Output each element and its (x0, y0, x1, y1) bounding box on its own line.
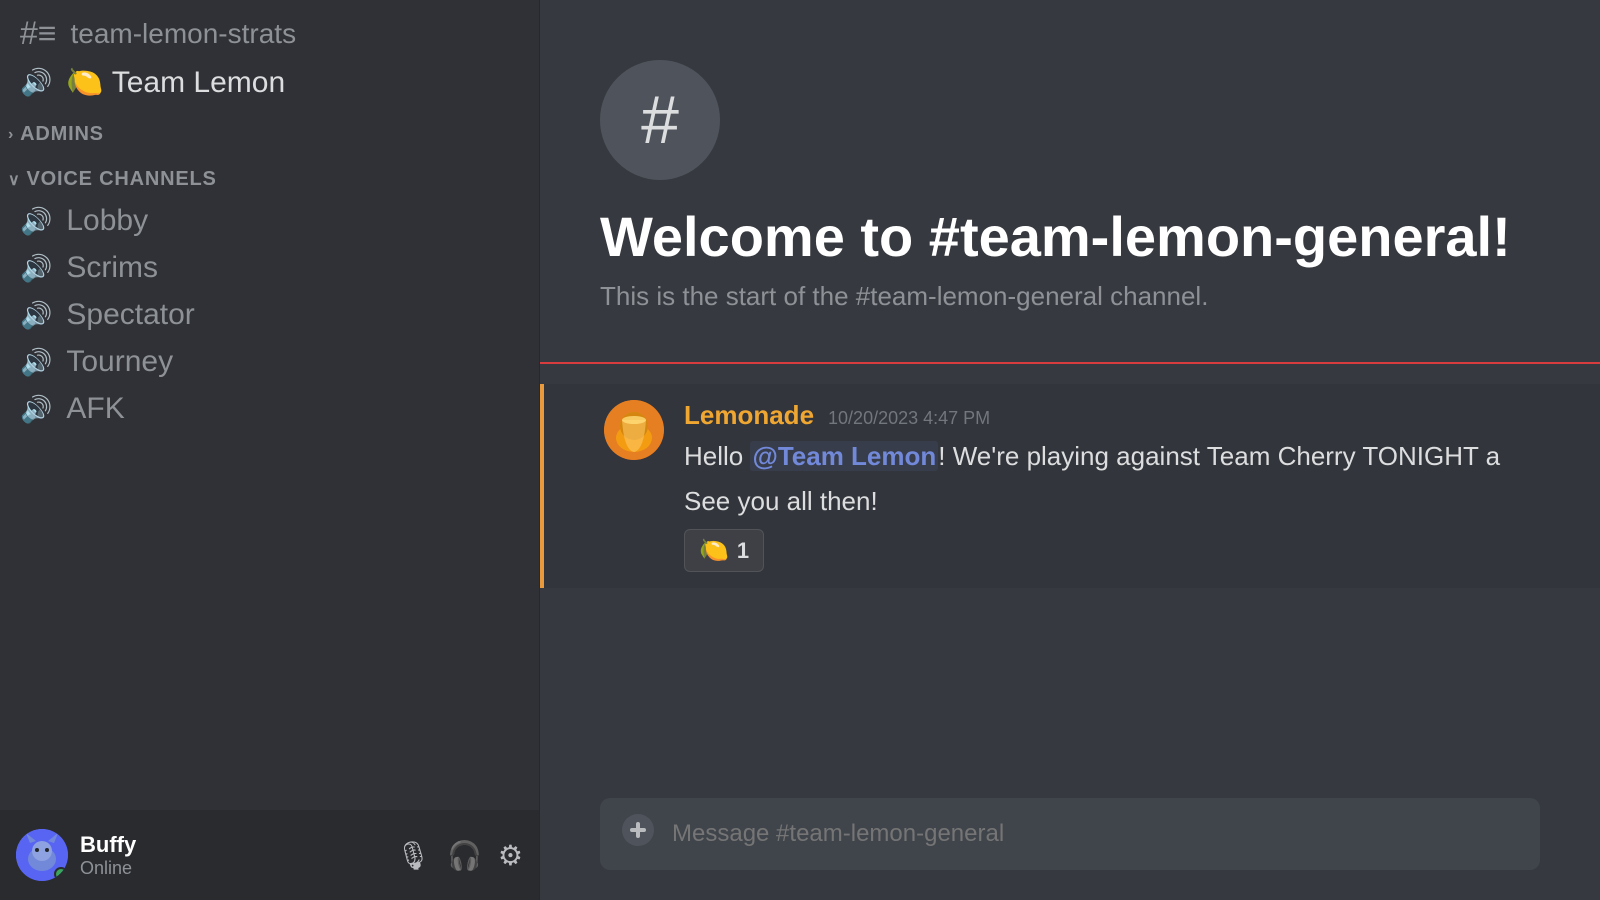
table-row: Lemonade 10/20/2023 4:47 PM Hello @Team … (540, 384, 1600, 588)
speaker-icon-tourney: 🔊 (20, 347, 52, 378)
message-input-box (600, 798, 1540, 870)
message-header: Lemonade 10/20/2023 4:47 PM (684, 400, 1540, 431)
hash-large-icon: # (641, 81, 679, 159)
user-controls: 🎙 🎧 ⚙ (395, 839, 523, 872)
message-text-line1: Hello @Team Lemon! We're playing against… (684, 437, 1540, 476)
admins-caret: › (8, 126, 14, 144)
mute-mic-button[interactable]: 🎙 (395, 839, 431, 872)
sidebar: #≡ team-lemon-strats 🔊 🍋 Team Lemon › AD… (0, 0, 540, 900)
sidebar-item-team-lemon[interactable]: 🔊 🍋 Team Lemon (8, 59, 531, 106)
message-body: Lemonade 10/20/2023 4:47 PM Hello @Team … (684, 400, 1540, 572)
message-timestamp: 10/20/2023 4:47 PM (828, 408, 990, 429)
message-text-line2: See you all then! (684, 486, 1540, 517)
team-lemon-label: Team Lemon (112, 66, 285, 100)
user-status: Online (80, 858, 383, 879)
user-info: Buffy Online (80, 832, 383, 879)
sidebar-item-team-lemon-strats[interactable]: #≡ team-lemon-strats (8, 9, 531, 58)
settings-button[interactable]: ⚙ (498, 839, 523, 872)
tourney-label: Tourney (66, 345, 173, 379)
avatar (16, 829, 68, 881)
team-lemon-emoji: 🍋 (66, 65, 103, 100)
speaker-icon-afk: 🔊 (20, 394, 52, 425)
welcome-subtitle: This is the start of the #team-lemon-gen… (600, 281, 1540, 312)
user-panel: Buffy Online 🎙 🎧 ⚙ (0, 810, 539, 900)
sidebar-item-spectator[interactable]: 🔊 Spectator (8, 292, 531, 338)
welcome-title: Welcome to #team-lemon-general! (600, 204, 1540, 269)
voice-channels-caret: ∨ (8, 170, 21, 190)
message-prefix: Hello (684, 441, 750, 471)
sidebar-item-tourney[interactable]: 🔊 Tourney (8, 339, 531, 385)
admins-label: ADMINS (20, 123, 104, 146)
messages-container: Lemonade 10/20/2023 4:47 PM Hello @Team … (540, 384, 1600, 778)
speaker-icon: 🔊 (20, 67, 52, 98)
add-attachment-button[interactable] (620, 812, 656, 856)
reaction-count: 1 (737, 538, 749, 564)
message-mention: @Team Lemon (750, 441, 938, 471)
sidebar-item-afk[interactable]: 🔊 AFK (8, 386, 531, 432)
username: Buffy (80, 832, 383, 858)
message-input[interactable] (672, 820, 1520, 848)
deafen-headset-button[interactable]: 🎧 (447, 839, 482, 872)
avatar-image-lemonade (604, 400, 664, 460)
section-voice-channels[interactable]: ∨ VOICE CHANNELS (0, 152, 539, 197)
speaker-icon-lobby: 🔊 (20, 206, 52, 237)
speaker-icon-spectator: 🔊 (20, 300, 52, 331)
sidebar-item-lobby[interactable]: 🔊 Lobby (8, 198, 531, 244)
message-suffix: ! We're playing against Team Cherry TONI… (938, 441, 1500, 471)
speaker-icon-scrims: 🔊 (20, 253, 52, 284)
spectator-label: Spectator (66, 298, 194, 332)
new-messages-divider (540, 362, 1600, 364)
message-author: Lemonade (684, 400, 814, 431)
message-input-area (540, 778, 1600, 900)
welcome-section: # Welcome to #team-lemon-general! This i… (540, 0, 1600, 342)
voice-channels-label: VOICE CHANNELS (27, 168, 217, 191)
hash-icon: #≡ (20, 15, 56, 52)
afk-label: AFK (66, 392, 124, 426)
reaction-emoji: 🍋 (699, 536, 729, 565)
sidebar-item-scrims[interactable]: 🔊 Scrims (8, 245, 531, 291)
sidebar-content: #≡ team-lemon-strats 🔊 🍋 Team Lemon › AD… (0, 0, 539, 810)
message-avatar (604, 400, 664, 460)
reaction-button[interactable]: 🍋 1 (684, 529, 764, 572)
status-indicator (54, 867, 68, 881)
section-admins[interactable]: › ADMINS (0, 107, 539, 152)
lobby-label: Lobby (66, 204, 148, 238)
main-content: # Welcome to #team-lemon-general! This i… (540, 0, 1600, 900)
channel-name-team-lemon-strats: team-lemon-strats (70, 18, 296, 50)
scrims-label: Scrims (66, 251, 158, 285)
channel-icon-large: # (600, 60, 720, 180)
